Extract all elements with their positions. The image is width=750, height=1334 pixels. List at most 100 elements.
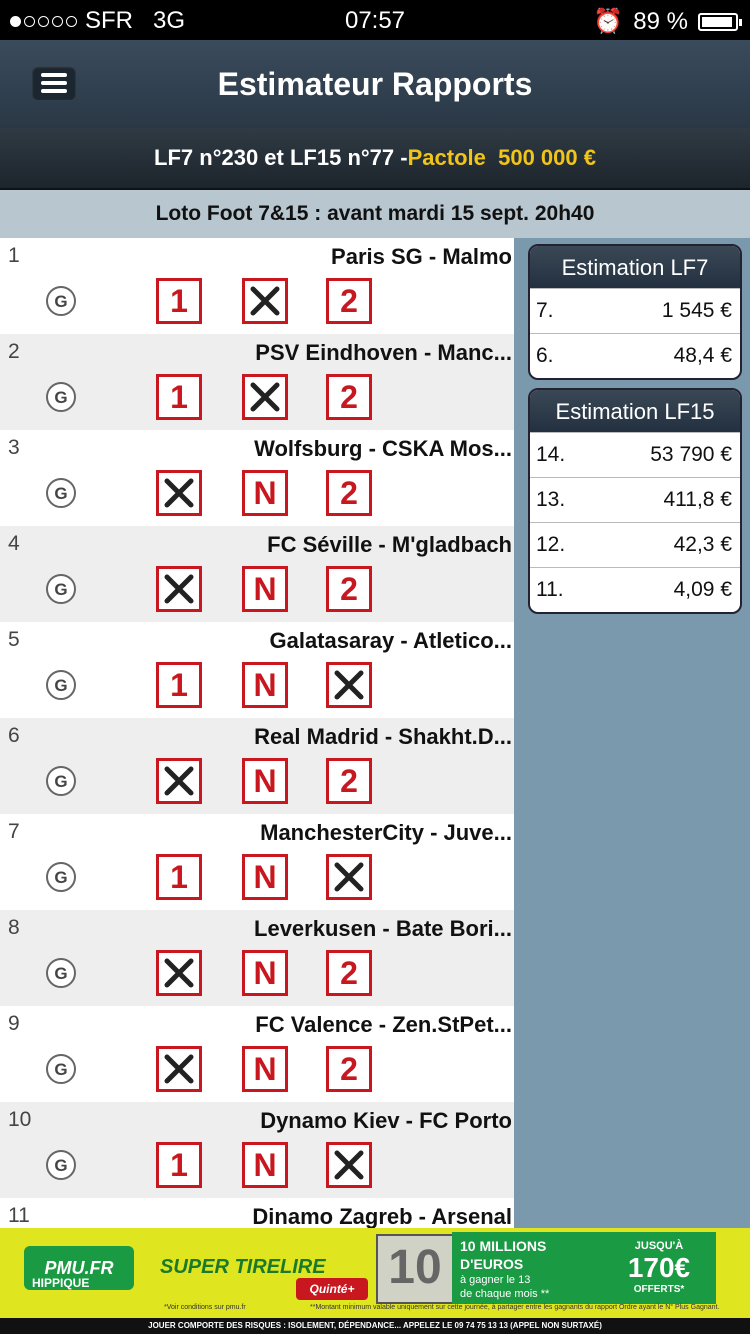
- draw-info-bar: LF7 n°230 et LF15 n°77 -Pactole 500 000 …: [0, 128, 750, 190]
- pick-box[interactable]: 2: [326, 854, 372, 900]
- pick-box[interactable]: 1: [156, 950, 202, 996]
- pick-box[interactable]: N: [242, 854, 288, 900]
- pick-box[interactable]: 2: [326, 278, 372, 324]
- match-title: Dinamo Zagreb - Arsenal: [252, 1204, 512, 1228]
- match-row: 5 Galatasaray - Atletico... G 1 N 2: [0, 622, 514, 718]
- pick-box[interactable]: 1: [156, 1142, 202, 1188]
- pick-box[interactable]: 1: [156, 662, 202, 708]
- pick-box[interactable]: 2: [326, 1142, 372, 1188]
- hippique-label: HIPPIQUE: [32, 1276, 90, 1290]
- advertisement-banner[interactable]: PMU.FR HIPPIQUE SUPER TIRELIRE Quinté+ 1…: [0, 1228, 750, 1334]
- pick-box[interactable]: 1: [156, 374, 202, 420]
- pick-label: N: [253, 1147, 277, 1183]
- pick-label: 2: [340, 571, 358, 607]
- jackpot-month: de chaque mois **: [460, 1288, 550, 1300]
- cross-icon: [334, 1150, 364, 1180]
- estimation-row: 13. 411,8 €: [530, 477, 740, 522]
- g-icon[interactable]: G: [46, 286, 76, 316]
- estimation-row: 7. 1 545 €: [530, 288, 740, 333]
- pick-box[interactable]: X: [242, 278, 288, 324]
- estimation-row: 6. 48,4 €: [530, 333, 740, 378]
- pick-box[interactable]: N: [242, 470, 288, 516]
- cross-icon: [334, 862, 364, 892]
- pick-label: N: [253, 955, 277, 991]
- estimation-row: 14. 53 790 €: [530, 432, 740, 477]
- pick-label: 1: [170, 859, 188, 895]
- match-number: 1: [8, 244, 20, 267]
- match-number: 7: [8, 820, 20, 843]
- pick-box[interactable]: 2: [326, 662, 372, 708]
- cross-icon: [250, 286, 280, 316]
- pick-box[interactable]: 1: [156, 854, 202, 900]
- gambling-warning: JOUER COMPORTE DES RISQUES : ISOLEMENT, …: [0, 1318, 750, 1334]
- pick-label: 2: [340, 955, 358, 991]
- pick-label: 1: [170, 379, 188, 415]
- pick-box[interactable]: 1: [156, 758, 202, 804]
- pick-label: 1: [170, 667, 188, 703]
- pick-box[interactable]: N: [242, 662, 288, 708]
- rank-label: 7.: [536, 299, 554, 322]
- pick-box[interactable]: 1: [156, 1046, 202, 1092]
- pick-box[interactable]: 2: [326, 1046, 372, 1092]
- status-bar: SFR 3G 07:57 ⏰ 89 %: [0, 0, 750, 40]
- pick-box[interactable]: 1: [156, 566, 202, 612]
- match-row: 6 Real Madrid - Shakht.D... G 1 N 2: [0, 718, 514, 814]
- pick-box[interactable]: N: [242, 1142, 288, 1188]
- match-number: 4: [8, 532, 20, 555]
- pick-label: 2: [340, 283, 358, 319]
- estimation-lf15-title: Estimation LF15: [530, 390, 740, 432]
- pick-box[interactable]: 2: [326, 950, 372, 996]
- rank-label: 6.: [536, 344, 554, 367]
- g-icon[interactable]: G: [46, 862, 76, 892]
- draw-info: LF7 n°230 et LF15 n°77 -: [154, 145, 408, 170]
- pick-box[interactable]: X: [242, 374, 288, 420]
- nav-bar: Estimateur Rapports: [0, 40, 750, 128]
- g-icon[interactable]: G: [46, 574, 76, 604]
- match-title: FC Séville - M'gladbach: [267, 532, 512, 557]
- pick-box[interactable]: 2: [326, 566, 372, 612]
- pick-label: 1: [170, 1147, 188, 1183]
- estimated-amount: 48,4 €: [673, 344, 732, 367]
- pick-box[interactable]: 1: [156, 470, 202, 516]
- match-title: Galatasaray - Atletico...: [269, 628, 512, 653]
- g-icon[interactable]: G: [46, 958, 76, 988]
- g-icon[interactable]: G: [46, 766, 76, 796]
- g-icon[interactable]: G: [46, 478, 76, 508]
- rank-label: 13.: [536, 488, 566, 511]
- pick-label: N: [253, 571, 277, 607]
- match-title: FC Valence - Zen.StPet...: [255, 1012, 512, 1037]
- pick-box[interactable]: 1: [156, 278, 202, 324]
- pick-box[interactable]: 2: [326, 374, 372, 420]
- g-icon[interactable]: G: [46, 1054, 76, 1084]
- pick-label: N: [253, 859, 277, 895]
- match-number: 11: [8, 1204, 30, 1227]
- g-icon[interactable]: G: [46, 1150, 76, 1180]
- ad-fineprint-2: **Montant minimum valable uniquement sur…: [310, 1304, 720, 1311]
- pick-box[interactable]: 2: [326, 758, 372, 804]
- pick-box[interactable]: N: [242, 758, 288, 804]
- pick-label: 1: [170, 283, 188, 319]
- match-number: 9: [8, 1012, 20, 1035]
- pick-label: 2: [340, 1051, 358, 1087]
- match-title: PSV Eindhoven - Manc...: [255, 340, 512, 365]
- jackpot-euros: D'EUROS: [460, 1256, 524, 1272]
- match-title: Dynamo Kiev - FC Porto: [260, 1108, 512, 1133]
- offer-upto: JUSQU'À: [634, 1240, 684, 1252]
- estimation-lf15-panel: Estimation LF15 14. 53 790 € 13. 411,8 € 12.…: [528, 388, 742, 614]
- pick-box[interactable]: 2: [326, 470, 372, 516]
- g-icon[interactable]: G: [46, 670, 76, 700]
- pick-box[interactable]: N: [242, 950, 288, 996]
- cross-icon: [164, 958, 194, 988]
- pick-label: 2: [340, 763, 358, 799]
- pick-label: N: [253, 1051, 277, 1087]
- pick-label: N: [253, 475, 277, 511]
- match-title: Paris SG - Malmo: [331, 244, 512, 269]
- match-list[interactable]: 1 Paris SG - Malmo G 1 X 2 2 PSV Eindhoven - Ma…: [0, 238, 514, 1228]
- pick-box[interactable]: N: [242, 566, 288, 612]
- pick-box[interactable]: N: [242, 1046, 288, 1092]
- pactole-label: Pactole: [407, 145, 486, 170]
- offer-box: JUSQU'À 170€ OFFERTS*: [602, 1232, 716, 1304]
- match-number: 5: [8, 628, 20, 651]
- g-icon[interactable]: G: [46, 382, 76, 412]
- cross-icon: [164, 574, 194, 604]
